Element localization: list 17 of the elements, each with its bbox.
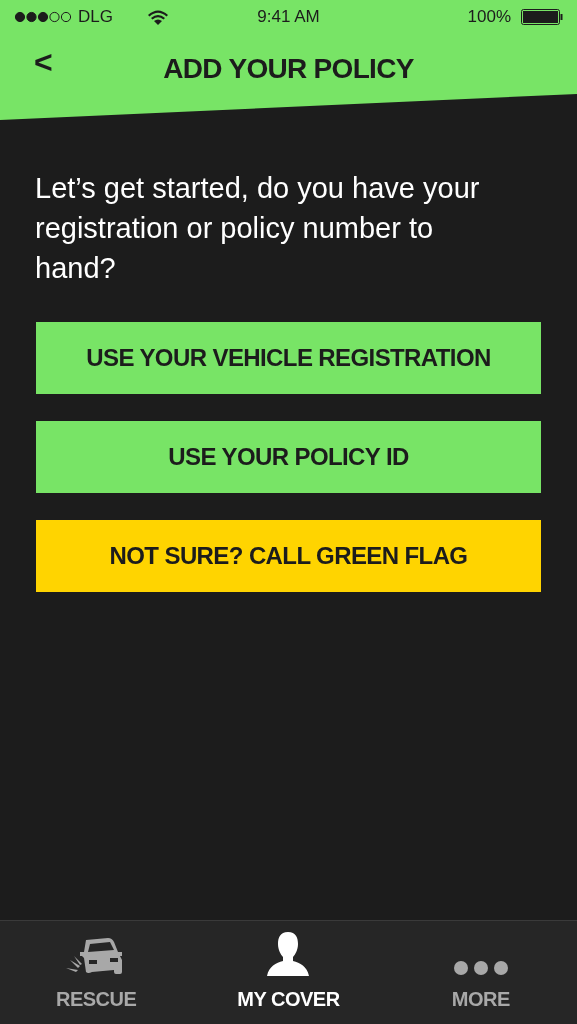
person-icon (267, 932, 310, 976)
page-title: ADD YOUR POLICY (163, 52, 414, 86)
tab-item[interactable]: MY COVER (192, 921, 385, 1024)
battery-percent: 100% (467, 6, 511, 29)
wifi-icon (146, 9, 169, 25)
back-button[interactable]: < (34, 46, 53, 78)
carrier-name: DLG (78, 6, 113, 29)
more-icon (452, 960, 509, 976)
signal-icon (14, 11, 72, 23)
option-button[interactable]: NOT SURE? CALL GREEN FLAG (36, 520, 541, 592)
battery-icon (521, 9, 563, 25)
clock-time: 9:41 AM (256, 6, 321, 29)
tab-item[interactable]: MORE (384, 921, 577, 1024)
prompt-text: Let’s get started, do you have your registration or policy number to hand? (35, 171, 481, 286)
tab-item[interactable]: RESCUE (0, 921, 193, 1024)
option-button[interactable]: USE YOUR VEHICLE REGISTRATION (36, 322, 541, 394)
option-button[interactable]: USE YOUR POLICY ID (36, 421, 541, 493)
